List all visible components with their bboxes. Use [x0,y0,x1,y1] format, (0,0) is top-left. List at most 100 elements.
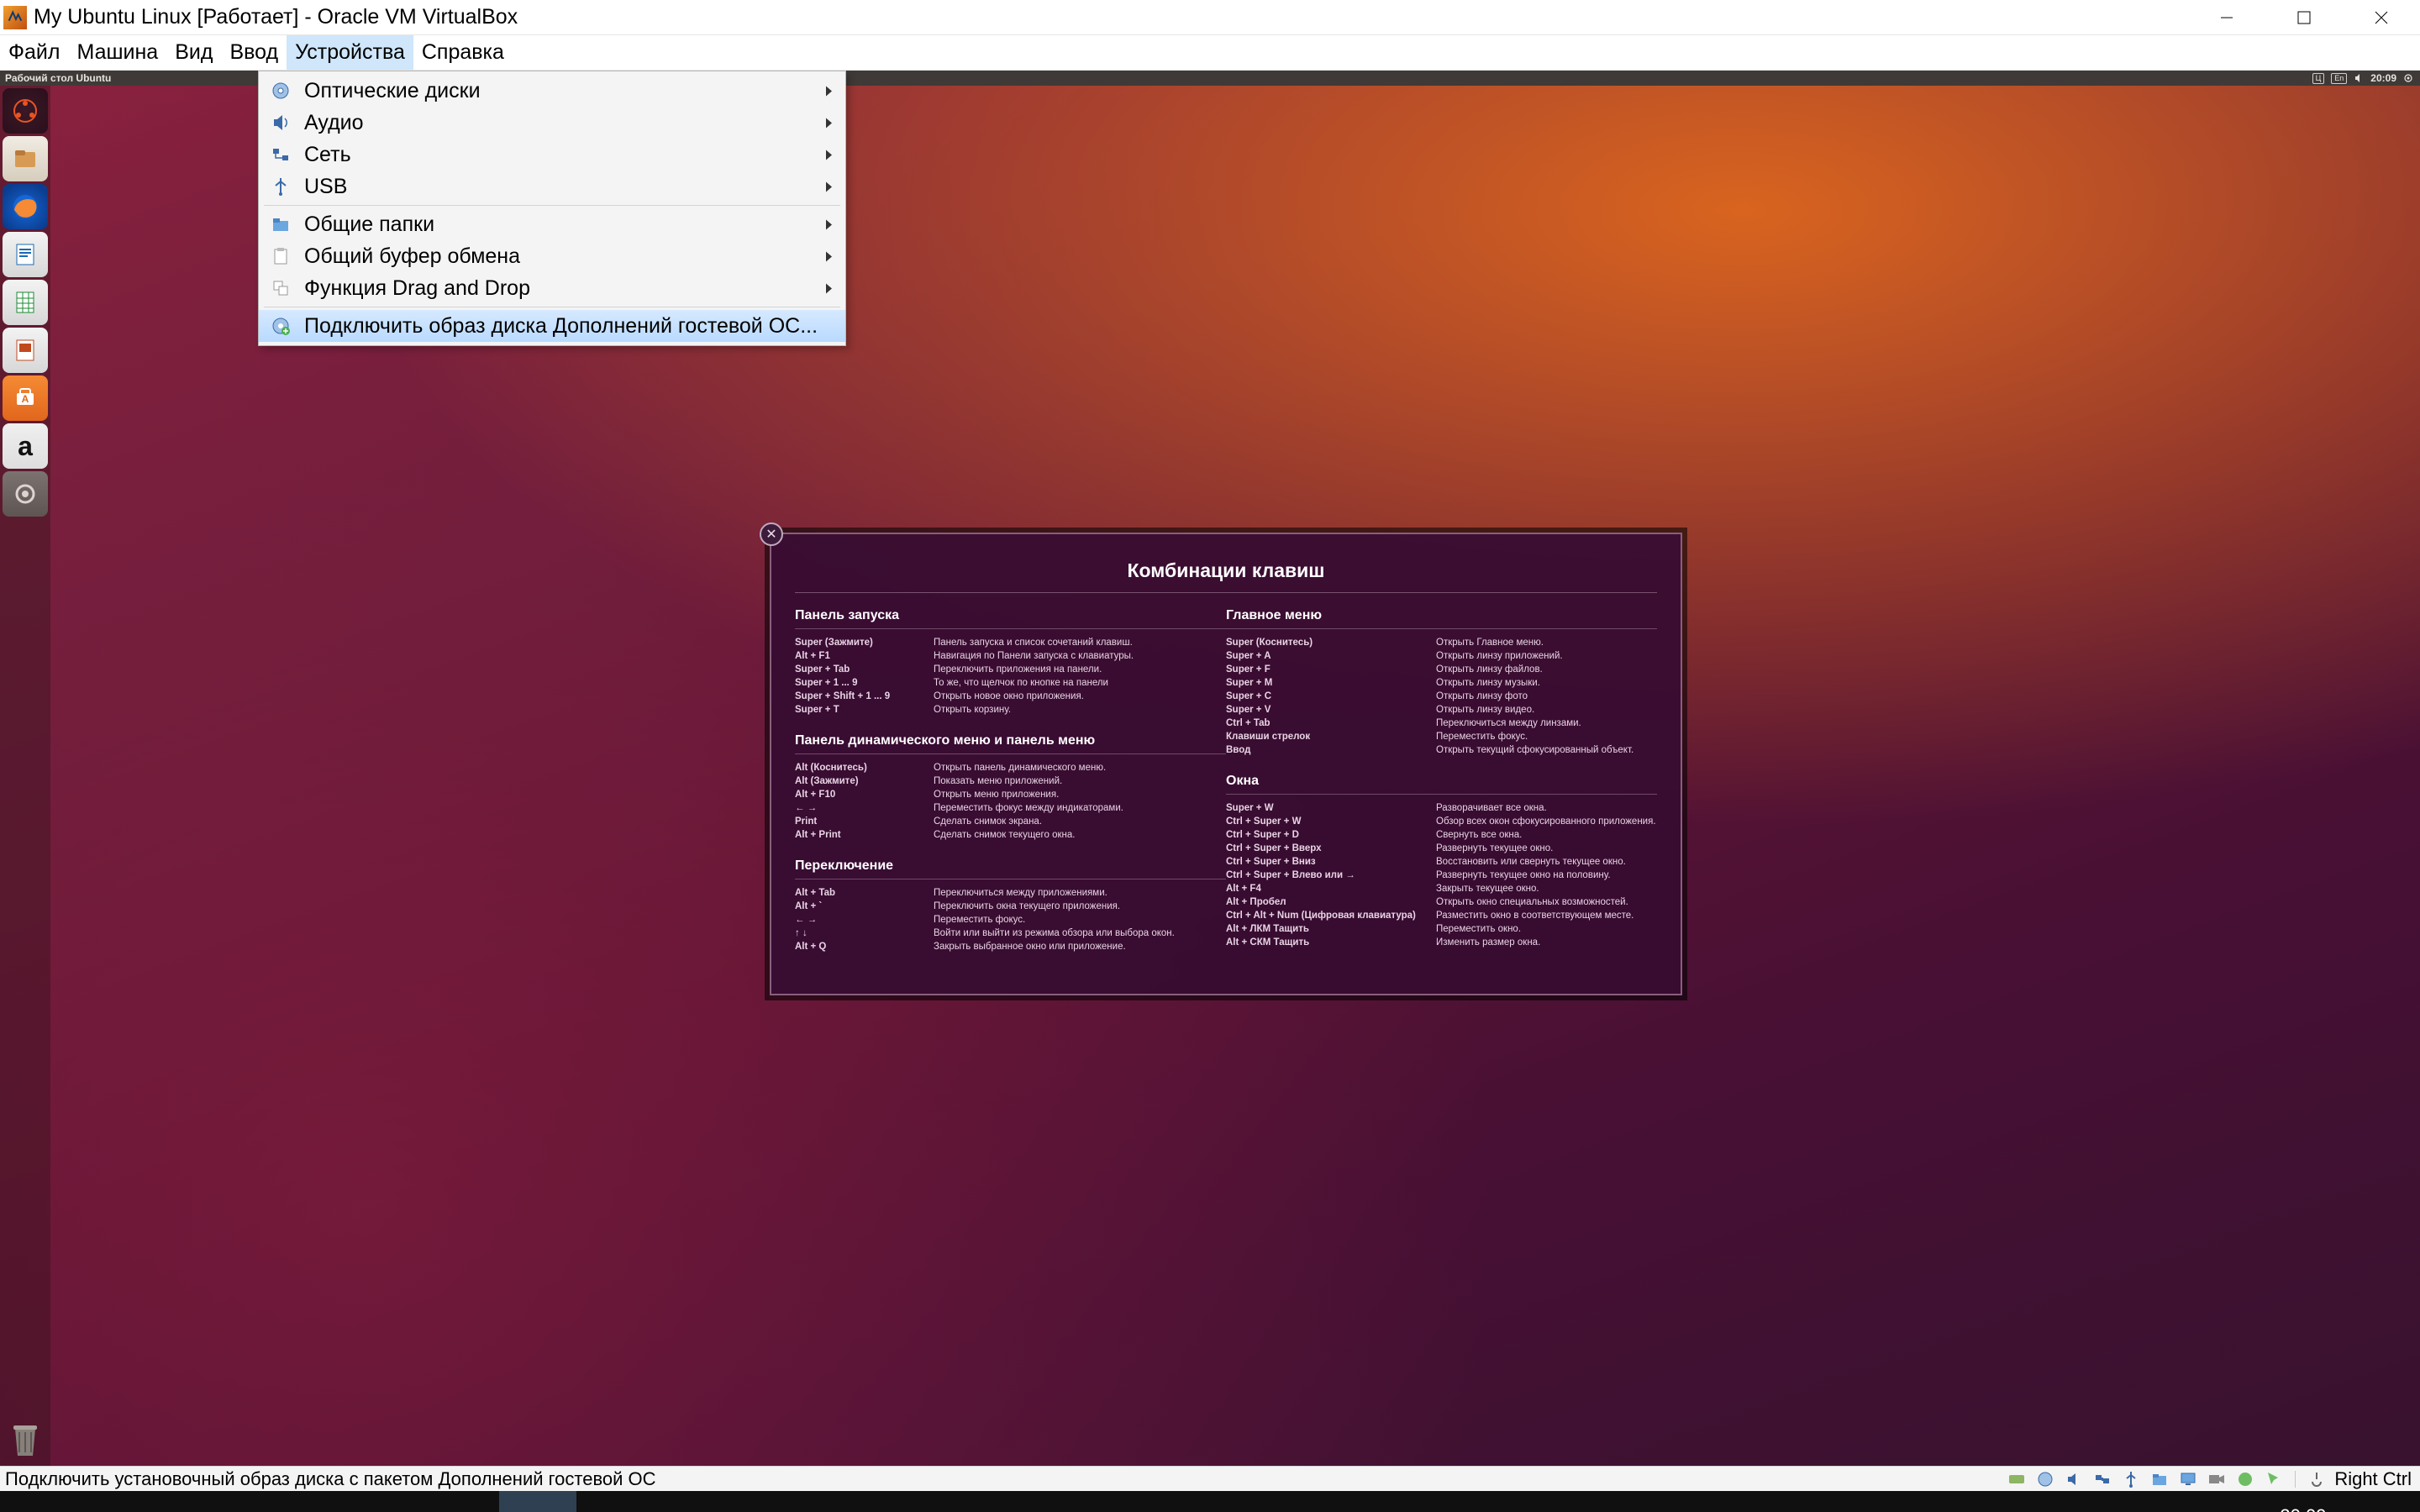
menu-item-label: Подключить образ диска Дополнений гостев… [304,314,818,339]
menubar-item-0[interactable]: Файл [0,35,68,70]
keyboard-lang-icon[interactable]: En [2331,73,2347,84]
libreoffice-impress-icon[interactable] [3,328,48,373]
task-view-button[interactable] [170,1491,247,1512]
action-center-button[interactable] [2365,1491,2415,1512]
start-button[interactable] [5,1491,82,1512]
keyboard-layout-icon[interactable]: Ц [2312,73,2325,84]
volume-icon[interactable] [2354,73,2364,83]
store-button[interactable] [334,1491,412,1512]
chevron-right-icon [825,276,834,301]
menubar-item-4[interactable]: Устройства [287,35,413,70]
mouse-integration-icon[interactable] [2263,1468,2285,1490]
menu-item-disc-plus[interactable]: Подключить образ диска Дополнений гостев… [259,310,845,342]
shortcut-row: Super + TabПереключить приложения на пан… [795,663,1226,676]
window-title: My Ubuntu Linux [Работает] - Oracle VM V… [34,5,518,29]
shortcut-row: Super + VОткрыть линзу видео. [1226,703,1657,717]
recording-icon[interactable] [2206,1468,2228,1490]
system-settings-icon[interactable] [3,471,48,517]
mail-button[interactable] [417,1491,494,1512]
firefox-icon[interactable] [3,184,48,229]
shortcut-row: Super + CОткрыть линзу фото [1226,690,1657,703]
vm-state-icon[interactable] [2234,1468,2256,1490]
shortcut-row: ВводОткрыть текущий сфокусированный объе… [1226,743,1657,757]
taskbar-time: 20:09 [2280,1506,2326,1512]
shortcut-row: Super + 1 ... 9То же, что щелчок по кноп… [795,676,1226,690]
shortcut-row: Alt + PrintСделать снимок текущего окна. [795,828,1226,842]
shortcut-row: Ctrl + Super + WОбзор всех окон сфокусир… [1226,815,1657,828]
menu-item-disc[interactable]: Оптические диски [259,75,845,107]
libreoffice-calc-icon[interactable] [3,280,48,325]
ubuntu-clock[interactable]: 20:09 [2370,72,2396,84]
keyboard-shortcuts-overlay: ✕ Комбинации клавиш Панель запускаSuper … [770,533,1682,995]
shortcut-row: Super + FОткрыть линзу файлов. [1226,663,1657,676]
chevron-right-icon [825,213,834,237]
shortcut-row: ↑ ↓Войти или выйти из режима обзора или … [795,927,1226,940]
shortcut-row: Super (Коснитесь)Открыть Главное меню. [1226,636,1657,649]
optical-icon[interactable] [2034,1468,2056,1490]
chevron-right-icon [825,175,834,199]
usb-icon [269,175,292,198]
trash-icon[interactable] [3,1416,48,1462]
usb-indicator-icon[interactable] [2120,1468,2142,1490]
dash-icon[interactable] [3,88,48,134]
unity-launcher: A a [0,86,50,1466]
shortcut-row: Alt + TabПереключиться между приложениям… [795,886,1226,900]
shortcut-row: Alt + ПробелОткрыть окно специальных воз… [1226,895,1657,909]
menu-item-net[interactable]: Сеть [259,139,845,171]
menu-item-drag[interactable]: Функция Drag and Drop [259,272,845,304]
shortcut-row: Alt + F10Открыть меню приложения. [795,788,1226,801]
statusbar-text: Подключить установочный образ диска с па… [0,1468,656,1490]
menu-item-label: Оптические диски [304,79,481,103]
section-heading: Главное меню [1226,608,1657,629]
host-key-icon[interactable] [2306,1468,2328,1490]
menu-item-label: Общий буфер обмена [304,244,520,269]
shortcut-row: Ctrl + Super + ВнизВосстановить или свер… [1226,855,1657,869]
close-button[interactable] [2343,0,2420,35]
audio-icon [269,111,292,134]
ubuntu-panel-title: Рабочий стол Ubuntu [0,72,111,84]
close-icon[interactable]: ✕ [760,522,783,546]
overlay-title: Комбинации клавиш [771,534,1681,592]
menubar-item-3[interactable]: Ввод [221,35,287,70]
audio-indicator-icon[interactable] [2063,1468,2085,1490]
shortcut-row: Alt + F4Закрыть текущее окно. [1226,882,1657,895]
shortcut-row: Super + TОткрыть корзину. [795,703,1226,717]
menubar-item-5[interactable]: Справка [413,35,513,70]
menu-item-usb[interactable]: USB [259,171,845,202]
menubar-item-2[interactable]: Вид [166,35,221,70]
virtualbox-icon [3,6,27,29]
menubar-item-1[interactable]: Машина [68,35,166,70]
files-icon[interactable] [3,136,48,181]
amazon-icon[interactable]: a [3,423,48,469]
file-explorer-button[interactable] [252,1491,329,1512]
shortcut-row: Super + Shift + 1 ... 9Открыть новое окн… [795,690,1226,703]
minimize-button[interactable] [2188,0,2265,35]
network-icon[interactable] [2091,1468,2113,1490]
search-button[interactable] [87,1491,165,1512]
vm-statusbar: Подключить установочный образ диска с па… [0,1466,2420,1491]
ubuntu-indicators[interactable]: Ц En 20:09 [2312,72,2420,84]
display-indicator-icon[interactable] [2177,1468,2199,1490]
disc-plus-icon [269,314,292,338]
shared-folders-icon[interactable] [2149,1468,2170,1490]
taskbar-clock[interactable]: 20:09 21.12.2017 [2257,1506,2349,1512]
menu-item-audio[interactable]: Аудио [259,107,845,139]
menu-item-clipboard[interactable]: Общий буфер обмена [259,240,845,272]
gear-icon[interactable] [2403,73,2413,83]
shortcut-row: Super + AОткрыть линзу приложений. [1226,649,1657,663]
shortcut-row: Ctrl + Alt + Num (Цифровая клавиатура)Ра… [1226,909,1657,922]
virtualbox-taskbar-button[interactable] [499,1491,576,1512]
section-heading: Панель динамического меню и панель меню [795,733,1226,754]
windows-taskbar: ︿ ENG 20:09 21.12.2017 [0,1491,2420,1512]
section-heading: Переключение [795,858,1226,879]
ubuntu-software-icon[interactable]: A [3,375,48,421]
devices-menu: Оптические диски АудиоСетьUSB Общие папки О… [258,71,846,346]
libreoffice-writer-icon[interactable] [3,232,48,277]
menu-item-folder[interactable]: Общие папки [259,208,845,240]
shortcut-row: Alt (Зажмите)Показать меню приложений. [795,774,1226,788]
statusbar-indicators: Right Ctrl [2006,1468,2420,1490]
hdd-icon[interactable] [2006,1468,2028,1490]
net-icon [269,143,292,166]
shortcut-row: Super (Зажмите)Панель запуска и список с… [795,636,1226,649]
maximize-button[interactable] [2265,0,2343,35]
